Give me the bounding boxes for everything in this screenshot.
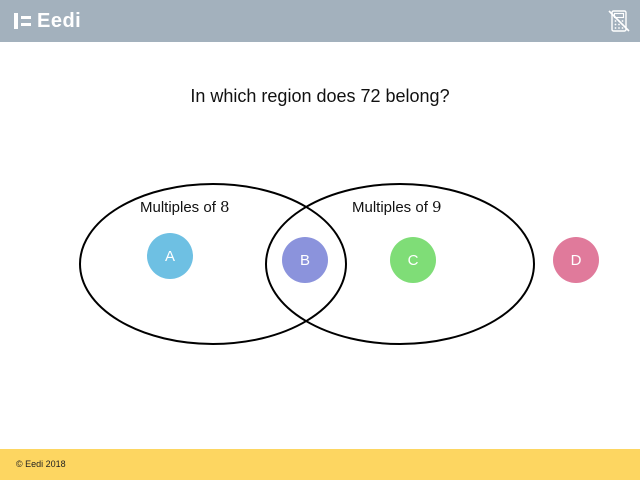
venn-label-left-text: Multiples of bbox=[140, 199, 216, 216]
option-b[interactable]: B bbox=[282, 237, 328, 283]
copyright-text: © Eedi 2018 bbox=[16, 459, 66, 469]
option-d[interactable]: D bbox=[553, 237, 599, 283]
option-a-label: A bbox=[164, 247, 175, 265]
footer-bar: © Eedi 2018 bbox=[0, 449, 640, 480]
option-a[interactable]: A bbox=[147, 233, 193, 279]
option-c[interactable]: C bbox=[390, 237, 436, 283]
option-d-label: D bbox=[570, 251, 582, 269]
option-c-label: C bbox=[407, 251, 419, 269]
venn-label-right-number: 9 bbox=[432, 198, 442, 216]
venn-label-left: Multiples of 8 bbox=[140, 198, 230, 216]
venn-label-left-number: 8 bbox=[220, 198, 230, 216]
venn-diagram bbox=[79, 183, 535, 345]
venn-label-right-text: Multiples of bbox=[352, 199, 428, 216]
option-b-label: B bbox=[299, 251, 310, 269]
venn-label-right: Multiples of 9 bbox=[352, 198, 442, 216]
